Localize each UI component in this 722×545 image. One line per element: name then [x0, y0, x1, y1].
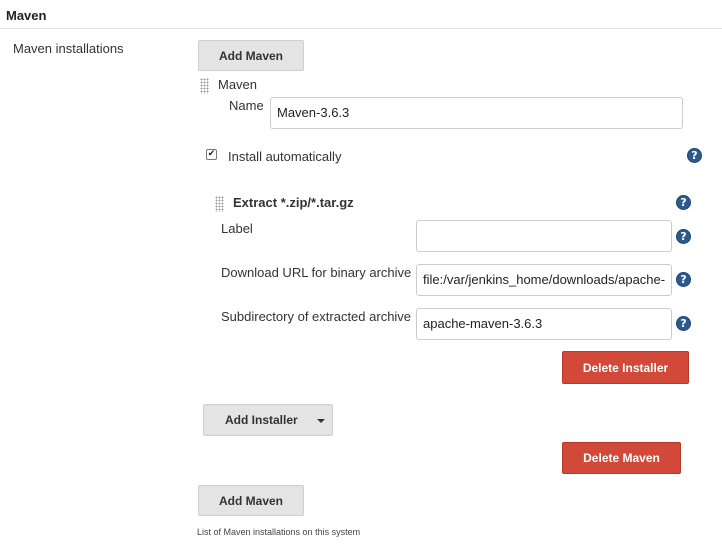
- add-installer-button[interactable]: Add Installer: [203, 404, 333, 436]
- install-automatically-label: Install automatically: [228, 149, 342, 164]
- add-installer-label: Add Installer: [225, 413, 298, 427]
- subdirectory-label: Subdirectory of extracted archive: [221, 309, 412, 324]
- download-url-field[interactable]: file:/var/jenkins_home/downloads/apache-: [416, 264, 672, 296]
- label-field[interactable]: [416, 220, 672, 252]
- checkmark-icon: ✔: [207, 149, 216, 159]
- name-field[interactable]: Maven-3.6.3: [270, 97, 683, 129]
- label-field-label: Label: [221, 221, 253, 236]
- help-icon[interactable]: ?: [676, 272, 691, 287]
- installation-header: Maven: [218, 77, 258, 92]
- add-maven-button[interactable]: Add Maven: [198, 40, 304, 71]
- delete-maven-button[interactable]: Delete Maven: [562, 442, 681, 474]
- help-icon[interactable]: ?: [676, 195, 691, 210]
- subdirectory-field[interactable]: apache-maven-3.6.3: [416, 308, 672, 340]
- maven-installations-label: Maven installations: [13, 41, 124, 56]
- caret-down-icon: [317, 419, 325, 423]
- add-maven-button-bottom[interactable]: Add Maven: [198, 485, 304, 516]
- installer-header: Extract *.zip/*.tar.gz: [233, 195, 354, 210]
- help-icon[interactable]: ?: [676, 229, 691, 244]
- section-divider: [0, 28, 722, 29]
- drag-handle-icon[interactable]: [200, 78, 209, 94]
- help-icon[interactable]: ?: [687, 148, 702, 163]
- install-automatically-checkbox[interactable]: ✔: [206, 149, 217, 160]
- drag-handle-icon[interactable]: [215, 196, 224, 212]
- delete-installer-button[interactable]: Delete Installer: [562, 351, 689, 384]
- section-title: Maven: [6, 8, 47, 23]
- name-label: Name: [229, 98, 264, 113]
- download-url-label: Download URL for binary archive: [221, 265, 412, 280]
- help-icon[interactable]: ?: [676, 316, 691, 331]
- maven-installations-description: List of Maven installations on this syst…: [197, 527, 361, 537]
